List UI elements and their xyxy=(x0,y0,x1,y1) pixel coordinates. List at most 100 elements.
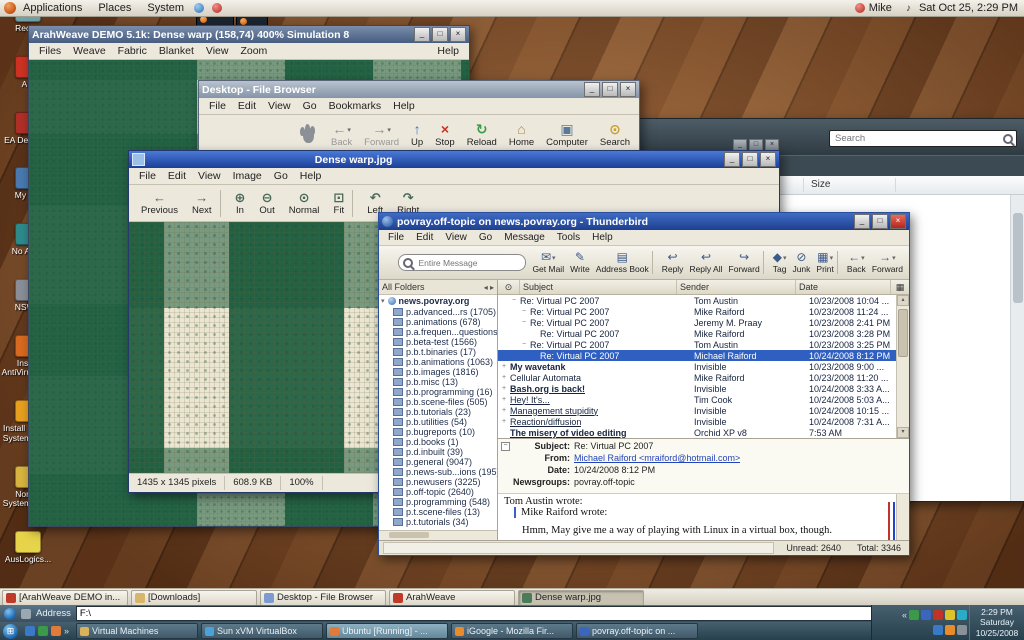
window-list-button[interactable]: Desktop - File Browser xyxy=(260,590,386,606)
update-manager-icon[interactable] xyxy=(212,3,222,13)
scrollbar[interactable]: ▴ ▾ xyxy=(896,295,909,438)
thread-twisty-icon[interactable]: + xyxy=(500,396,508,403)
folder-row[interactable]: p.d.books (1) xyxy=(379,437,497,447)
dropdown-arrow-icon[interactable]: ▾ xyxy=(892,254,896,262)
notification-icon[interactable] xyxy=(194,3,204,13)
message-row[interactable]: The misery of video editing Orchid XP v8… xyxy=(498,427,897,438)
status-icon[interactable] xyxy=(855,3,865,13)
close-button[interactable]: × xyxy=(890,214,906,229)
close-button[interactable]: × xyxy=(450,27,466,42)
menu-item[interactable]: Help xyxy=(294,170,328,182)
scrollbar-thumb[interactable] xyxy=(389,532,429,538)
quick-launch-icon[interactable] xyxy=(38,626,48,636)
maximize-button[interactable]: □ xyxy=(742,152,758,167)
message-row[interactable]: + Hey! It's... Tim Cook 10/24/2008 5:03 … xyxy=(498,394,897,405)
menu-item[interactable]: View xyxy=(192,170,227,182)
toolbar-button[interactable]: →▾ Forward xyxy=(359,121,404,149)
toolbar-button[interactable]: →▾ Forward xyxy=(869,251,906,274)
panel-menu[interactable]: Applications xyxy=(21,2,84,14)
toolbar-button[interactable]: ⊙ Normal xyxy=(283,190,326,217)
folder-row[interactable]: p.bugreports (10) xyxy=(379,427,497,437)
message-row[interactable]: − Re: Virtual PC 2007 Tom Austin 10/23/2… xyxy=(498,295,897,306)
column-header-subject[interactable]: Subject xyxy=(520,280,677,294)
message-row[interactable]: + Bash.org is back! Invisible 10/24/2008… xyxy=(498,383,897,394)
close-button[interactable]: × xyxy=(760,152,776,167)
dropdown-arrow-icon[interactable]: ▾ xyxy=(552,254,556,262)
dropdown-arrow-icon[interactable]: ▾ xyxy=(347,126,351,134)
chevron-icon[interactable]: » xyxy=(64,626,69,636)
toolbar-button[interactable]: ▤ Address Book xyxy=(593,251,653,274)
tray-icon[interactable] xyxy=(957,610,967,620)
taskbar-button[interactable]: Virtual Machines xyxy=(76,623,198,639)
thread-twisty-icon[interactable]: + xyxy=(500,418,508,425)
taskbar-button[interactable]: Ubuntu [Running] - ... xyxy=(326,623,448,639)
menu-item[interactable]: Edit xyxy=(410,232,439,243)
toolbar-button[interactable]: ↩ Reply All xyxy=(686,251,725,274)
folder-row[interactable]: p.off-topic (2640) xyxy=(379,487,497,497)
dropdown-arrow-icon[interactable]: ▾ xyxy=(783,254,787,262)
toolbar-grip-icon[interactable] xyxy=(21,609,31,619)
tray-icon[interactable] xyxy=(945,610,955,620)
message-body[interactable]: Tom Austin wrote: Mike Raiford wrote: Hm… xyxy=(498,493,909,540)
menu-item[interactable]: Files xyxy=(33,45,67,57)
collapse-headers-icon[interactable]: − xyxy=(501,442,510,451)
toolbar-button[interactable]: ✎ Write xyxy=(567,251,593,274)
panel-menu[interactable]: Places xyxy=(96,2,133,14)
image-viewer-titlebar[interactable]: Dense warp.jpg _ □ × xyxy=(129,151,779,168)
tray-icon[interactable] xyxy=(933,610,943,620)
panel-menu[interactable]: System xyxy=(145,2,186,14)
quick-launch-icon[interactable] xyxy=(51,626,61,636)
folder-row[interactable]: p.b.scene-files (505) xyxy=(379,397,497,407)
folder-row[interactable]: p.advanced...rs (1705) xyxy=(379,307,497,317)
clock[interactable]: Sat Oct 25, 2:29 PM xyxy=(919,2,1018,14)
menu-item[interactable]: Go xyxy=(268,170,294,182)
toolbar-button[interactable]: ⊖ Out xyxy=(253,190,280,217)
folder-row[interactable]: p.general (9047) xyxy=(379,457,497,467)
folder-row[interactable]: p.b.t.binaries (17) xyxy=(379,347,497,357)
thread-twisty-icon[interactable]: + xyxy=(500,407,508,414)
maximize-button[interactable]: □ xyxy=(602,82,618,97)
toolbar-button[interactable]: ◆▾ Tag xyxy=(770,251,790,274)
folder-pane-hscrollbar[interactable] xyxy=(379,530,497,540)
toolbar-button[interactable]: ⌂ Home xyxy=(504,121,539,149)
menu-item[interactable]: Edit xyxy=(232,100,262,112)
chevron-icon[interactable]: « xyxy=(902,610,907,620)
toolbar-button[interactable]: ▣ Computer xyxy=(541,121,593,149)
message-row[interactable]: − Re: Virtual PC 2007 Jeremy M. Praay 10… xyxy=(498,317,897,328)
toolbar-button[interactable]: ⊙ Search xyxy=(595,121,635,149)
desktop-icon[interactable]: AusLogics... xyxy=(0,531,56,565)
folder-row[interactable]: p.programming (548) xyxy=(379,497,497,507)
dropdown-arrow-icon[interactable]: ▾ xyxy=(387,126,391,134)
scroll-down-icon[interactable]: ▾ xyxy=(897,427,909,438)
menu-item[interactable]: Go xyxy=(473,232,498,243)
column-header-sender[interactable]: Sender xyxy=(677,280,796,294)
folder-pane-header[interactable]: All Folders ◂ ▸ xyxy=(379,280,497,295)
toolbar-button[interactable]: ←▾ Back xyxy=(844,251,869,274)
message-row[interactable]: Re: Virtual PC 2007 Mike Raiford 10/23/2… xyxy=(498,328,897,339)
column-header-size[interactable]: Size xyxy=(811,179,830,190)
menu-item[interactable]: Tools xyxy=(551,232,586,243)
maximize-button[interactable]: □ xyxy=(872,214,888,229)
minimize-button[interactable]: _ xyxy=(724,152,740,167)
thread-column-icon[interactable]: ⊙ xyxy=(498,280,520,294)
account-row[interactable]: ▾ news.povray.org xyxy=(379,295,497,307)
message-row[interactable]: − Re: Virtual PC 2007 Tom Austin 10/23/2… xyxy=(498,339,897,350)
menu-item-help[interactable]: Help xyxy=(431,45,465,57)
folder-row[interactable]: p.d.inbuilt (39) xyxy=(379,447,497,457)
thunderbird-titlebar[interactable]: povray.off-topic on news.povray.org - Th… xyxy=(379,213,909,230)
toolbar-button[interactable]: ▦▾ Print xyxy=(813,251,837,274)
distro-logo-icon[interactable] xyxy=(4,2,16,14)
file-browser-titlebar[interactable]: Desktop - File Browser _ □ × xyxy=(199,81,639,98)
thread-twisty-icon[interactable]: − xyxy=(520,341,528,348)
message-row[interactable]: + Management stupidity Invisible 10/24/2… xyxy=(498,405,897,416)
menu-item[interactable]: Weave xyxy=(67,45,112,57)
toolbar-button[interactable]: × Stop xyxy=(430,121,460,149)
scrollbar[interactable] xyxy=(1010,195,1024,501)
window-list-button[interactable]: Dense warp.jpg xyxy=(518,590,644,606)
message-row[interactable]: − Re: Virtual PC 2007 Mike Raiford 10/23… xyxy=(498,306,897,317)
window-list-button[interactable]: [Downloads] xyxy=(131,590,257,606)
folder-row[interactable]: p.a.frequen...questions xyxy=(379,327,497,337)
taskbar-button[interactable]: Sun xVM VirtualBox xyxy=(201,623,323,639)
menu-item[interactable]: File xyxy=(382,232,410,243)
menu-item[interactable]: Edit xyxy=(162,170,192,182)
